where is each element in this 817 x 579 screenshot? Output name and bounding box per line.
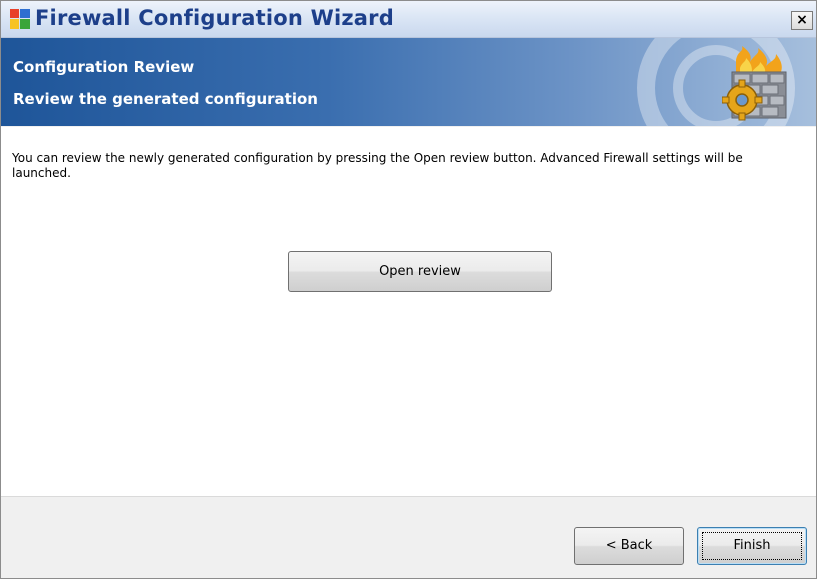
finish-button-label: Finish (733, 538, 771, 553)
avg-logo-icon (10, 9, 30, 29)
back-button[interactable]: < Back (574, 527, 684, 565)
window-title: Firewall Configuration Wizard (35, 6, 394, 30)
content-panel: You can review the newly generated confi… (1, 127, 816, 496)
finish-button[interactable]: Finish (697, 527, 807, 565)
firewall-wall-gear-icon (722, 46, 787, 121)
description-text: You can review the newly generated confi… (12, 151, 743, 180)
open-review-button[interactable]: Open review (288, 251, 552, 292)
wizard-window: Firewall Configuration Wizard × Configur… (0, 0, 817, 579)
close-button[interactable]: × (791, 11, 813, 30)
close-icon: × (796, 12, 808, 28)
banner-title: Configuration Review (13, 58, 195, 76)
footer-bar: < Back Finish (1, 496, 816, 578)
title-bar[interactable]: Firewall Configuration Wizard × (1, 1, 816, 38)
banner-subtitle: Review the generated configuration (13, 90, 318, 108)
header-banner: Configuration Review Review the generate… (1, 38, 816, 126)
